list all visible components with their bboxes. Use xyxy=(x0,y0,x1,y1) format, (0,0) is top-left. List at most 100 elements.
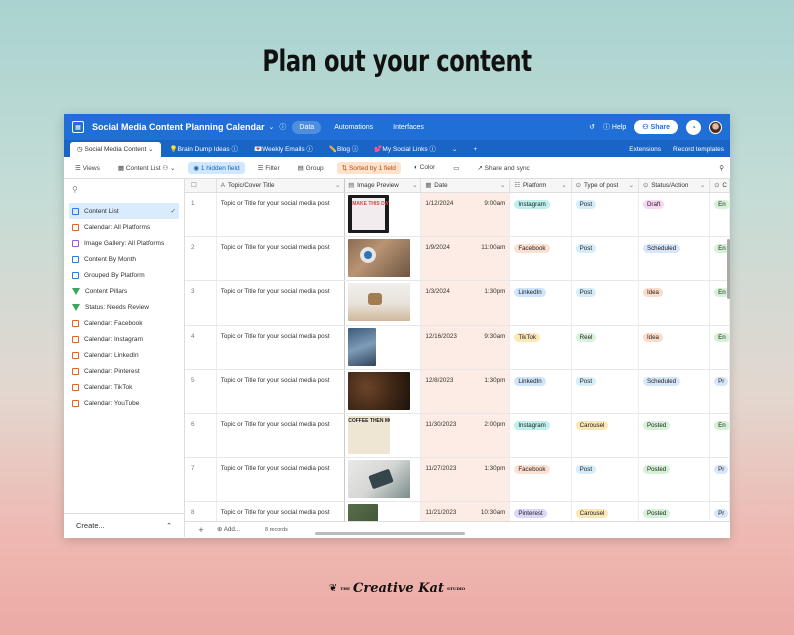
date-cell[interactable]: 12/16/2023 9:30am xyxy=(421,325,511,369)
chevron-up-icon[interactable]: ⌃ xyxy=(166,522,172,530)
add-record-button[interactable]: ⊕ Add... xyxy=(217,526,257,533)
chevron-down-icon[interactable]: ⌄ xyxy=(700,182,705,189)
topic-cell[interactable]: Topic or Title for your social media pos… xyxy=(217,237,346,281)
filter-button[interactable]: ☰ Filter xyxy=(253,162,285,174)
extra-cell[interactable]: En xyxy=(710,413,730,458)
row-height-icon[interactable]: ▭ xyxy=(448,162,464,174)
type-cell[interactable]: Post xyxy=(572,458,639,502)
date-cell[interactable]: 1/12/2024 9:00am xyxy=(421,193,511,237)
sidebar-item-view[interactable]: Status: Needs Review xyxy=(64,299,184,315)
chevron-down-icon[interactable]: ⌄ xyxy=(412,182,417,189)
sort-button[interactable]: ⇅ Sorted by 1 field xyxy=(336,161,401,174)
views-button[interactable]: ☰ Views xyxy=(70,162,105,174)
status-cell[interactable]: Draft xyxy=(639,193,711,237)
image-cell[interactable]: MAKE THIS DAY GREAT! xyxy=(345,193,422,237)
platform-cell[interactable]: Facebook xyxy=(510,458,572,502)
search-icon[interactable]: ⚲ xyxy=(719,164,724,172)
status-cell[interactable]: Idea xyxy=(639,325,711,369)
topic-cell[interactable]: Topic or Title for your social media pos… xyxy=(217,369,346,413)
table-row[interactable]: 3 Topic or Title for your social media po… xyxy=(185,281,730,326)
date-cell[interactable]: 1/9/2024 11:00am xyxy=(421,237,511,281)
sidebar-item-view[interactable]: Grouped By Platform xyxy=(64,267,184,283)
extra-cell[interactable]: En xyxy=(710,193,730,237)
image-cell[interactable] xyxy=(345,458,422,502)
add-record-icon[interactable]: + xyxy=(185,525,217,535)
image-cell[interactable]: COFFEE THEN MONDAY xyxy=(345,413,422,458)
sidebar-item-view[interactable]: Calendar: TikTok xyxy=(64,379,184,395)
tab-brain-dump[interactable]: 💡Brain Dump Ideas ⓘ xyxy=(163,140,245,157)
sidebar-item-view[interactable]: Content By Month xyxy=(64,251,184,267)
table-row[interactable]: 2 Topic or Title for your social media po… xyxy=(185,237,730,282)
image-thumbnail[interactable]: COFFEE THEN MONDAY xyxy=(348,415,391,454)
topic-cell[interactable]: Topic or Title for your social media pos… xyxy=(217,458,346,502)
tab-social-links[interactable]: 💕My Social Links ⓘ xyxy=(367,140,443,157)
image-thumbnail[interactable] xyxy=(348,283,411,322)
history-icon[interactable]: ↺ xyxy=(589,123,595,131)
table-row[interactable]: 7 Topic or Title for your social media po… xyxy=(185,458,730,503)
image-thumbnail[interactable] xyxy=(348,239,411,278)
date-cell[interactable]: 11/30/2023 2:00pm xyxy=(421,413,511,458)
sidebar-search-icon[interactable]: ⚲ xyxy=(72,185,176,197)
status-cell[interactable]: Posted xyxy=(639,413,711,458)
hidden-fields-button[interactable]: ◉ 1 hidden field xyxy=(188,161,245,174)
sidebar-item-view[interactable]: Calendar: YouTube xyxy=(64,395,184,411)
vertical-scrollbar[interactable] xyxy=(727,239,730,299)
table-row[interactable]: 1 Topic or Title for your social media po… xyxy=(185,193,730,238)
platform-cell[interactable]: Instagram xyxy=(510,193,572,237)
select-all-checkbox[interactable]: ☐ xyxy=(185,179,217,192)
sidebar-item-view[interactable]: Content List ✓ xyxy=(69,203,179,219)
table-row[interactable]: 4 Topic or Title for your social media po… xyxy=(185,325,730,370)
image-cell[interactable] xyxy=(345,237,422,281)
header-platform[interactable]: ☷ Platform ⌄ xyxy=(510,179,572,192)
tab-social-media-content[interactable]: ◷ Social Media Content ⌄ xyxy=(70,142,161,157)
sidebar-item-view[interactable]: Calendar: LinkedIn xyxy=(64,347,184,363)
chevron-down-icon[interactable]: ⌄ xyxy=(269,123,275,131)
platform-cell[interactable]: Instagram xyxy=(510,413,572,458)
image-thumbnail[interactable] xyxy=(348,327,377,366)
avatar[interactable] xyxy=(709,120,722,134)
sidebar-item-view[interactable]: Calendar: Pinterest xyxy=(64,363,184,379)
header-date[interactable]: ▦ Date ⌄ xyxy=(421,179,511,192)
header-extra[interactable]: ⊙ C xyxy=(710,179,730,192)
current-view-button[interactable]: ▦ Content List ⚇ ⌄ xyxy=(113,162,181,174)
extensions-button[interactable]: Extensions xyxy=(629,146,661,153)
topic-cell[interactable]: Topic or Title for your social media pos… xyxy=(217,193,346,237)
type-cell[interactable]: Post xyxy=(572,193,639,237)
more-tables-chevron-icon[interactable]: ⌄ xyxy=(445,142,464,157)
platform-cell[interactable]: Facebook xyxy=(510,237,572,281)
platform-cell[interactable]: TikTok xyxy=(510,325,572,369)
image-thumbnail[interactable] xyxy=(348,460,411,499)
platform-cell[interactable]: LinkedIn xyxy=(510,281,572,325)
type-cell[interactable]: Post xyxy=(572,237,639,281)
info-icon[interactable]: ⓘ xyxy=(279,122,286,132)
share-button[interactable]: ⚇ Share xyxy=(634,120,678,134)
share-sync-button[interactable]: ↗ Share and sync xyxy=(472,162,534,174)
date-cell[interactable]: 12/8/2023 1:30pm xyxy=(421,369,511,413)
status-cell[interactable]: Posted xyxy=(639,458,711,502)
extra-cell[interactable]: Pr xyxy=(710,458,730,502)
nav-data[interactable]: Data xyxy=(292,120,322,134)
nav-automations[interactable]: Automations xyxy=(327,121,380,134)
date-cell[interactable]: 11/27/2023 1:30pm xyxy=(421,458,511,502)
image-cell[interactable] xyxy=(345,325,422,369)
tab-weekly-emails[interactable]: 💌Weekly Emails ⓘ xyxy=(247,140,320,157)
table-row[interactable]: 6 Topic or Title for your social media po… xyxy=(185,413,730,459)
type-cell[interactable]: Reel xyxy=(572,325,639,369)
type-cell[interactable]: Carousel xyxy=(572,413,639,458)
image-cell[interactable] xyxy=(345,369,422,413)
topic-cell[interactable]: Topic or Title for your social media pos… xyxy=(217,413,346,458)
image-thumbnail[interactable]: MAKE THIS DAY GREAT! xyxy=(348,195,390,233)
sidebar-item-view[interactable]: Calendar: Instagram xyxy=(64,331,184,347)
chevron-down-icon[interactable]: ⌄ xyxy=(335,182,340,189)
tab-blog[interactable]: ✏️Blog ⓘ xyxy=(322,140,365,157)
status-cell[interactable]: Scheduled xyxy=(639,237,711,281)
sidebar-item-view[interactable]: Content Pillars xyxy=(64,283,184,299)
extra-cell[interactable]: Pr xyxy=(710,369,730,413)
record-templates-button[interactable]: Record templates xyxy=(673,146,724,153)
add-table-icon[interactable]: + xyxy=(466,143,484,157)
status-cell[interactable]: Scheduled xyxy=(639,369,711,413)
create-view-bar[interactable]: Create... ⌃ xyxy=(64,513,184,537)
image-thumbnail[interactable] xyxy=(348,371,411,410)
header-status[interactable]: ⊙ Status/Action ⌄ xyxy=(639,179,711,192)
base-title[interactable]: Social Media Content Planning Calendar xyxy=(92,122,265,132)
